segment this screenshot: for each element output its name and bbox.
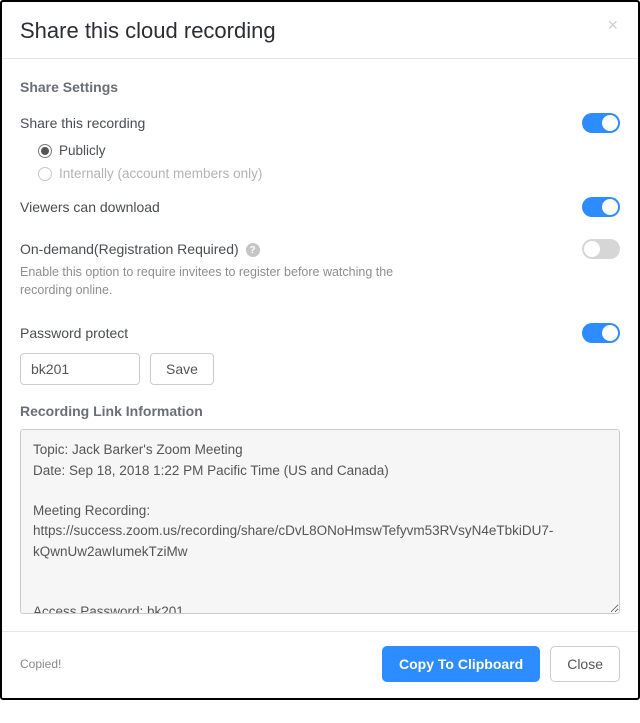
viewers-download-toggle[interactable] — [582, 197, 620, 217]
close-icon[interactable]: × — [601, 14, 624, 37]
share-recording-toggle[interactable] — [582, 113, 620, 133]
viewers-download-row: Viewers can download — [20, 197, 620, 217]
share-publicly-radio[interactable]: Publicly — [38, 143, 620, 158]
help-icon[interactable]: ? — [246, 243, 260, 257]
share-settings-heading: Share Settings — [20, 79, 620, 95]
copy-to-clipboard-button[interactable]: Copy To Clipboard — [382, 646, 540, 682]
share-publicly-label: Publicly — [59, 143, 106, 158]
radio-icon — [38, 167, 52, 181]
modal-body: Share Settings Share this recording Publ… — [2, 59, 638, 632]
share-internally-label: Internally (account members only) — [59, 166, 262, 181]
modal-title: Share this cloud recording — [20, 18, 620, 44]
radio-icon — [38, 144, 52, 158]
share-recording-modal: Share this cloud recording × Share Setti… — [0, 0, 640, 700]
recording-link-textarea[interactable] — [20, 429, 620, 614]
modal-header: Share this cloud recording × — [2, 2, 638, 59]
on-demand-row: On-demand(Registration Required) ? — [20, 239, 620, 259]
password-protect-toggle[interactable] — [582, 323, 620, 343]
share-recording-row: Share this recording — [20, 113, 620, 133]
recording-link-info-heading: Recording Link Information — [20, 403, 620, 419]
viewers-download-label: Viewers can download — [20, 199, 160, 215]
on-demand-label: On-demand(Registration Required) ? — [20, 241, 260, 257]
copied-status: Copied! — [20, 657, 382, 671]
share-scope-radio-group: Publicly Internally (account members onl… — [38, 143, 620, 181]
password-input[interactable] — [20, 353, 140, 385]
password-protect-row: Password protect — [20, 323, 620, 343]
share-internally-radio[interactable]: Internally (account members only) — [38, 166, 620, 181]
share-recording-label: Share this recording — [20, 115, 145, 131]
save-password-button[interactable]: Save — [150, 353, 214, 385]
password-protect-label: Password protect — [20, 325, 128, 341]
on-demand-help-text: Enable this option to require invitees t… — [20, 263, 440, 299]
modal-footer: Copied! Copy To Clipboard Close — [2, 632, 638, 698]
close-button[interactable]: Close — [550, 646, 620, 682]
on-demand-toggle[interactable] — [582, 239, 620, 259]
